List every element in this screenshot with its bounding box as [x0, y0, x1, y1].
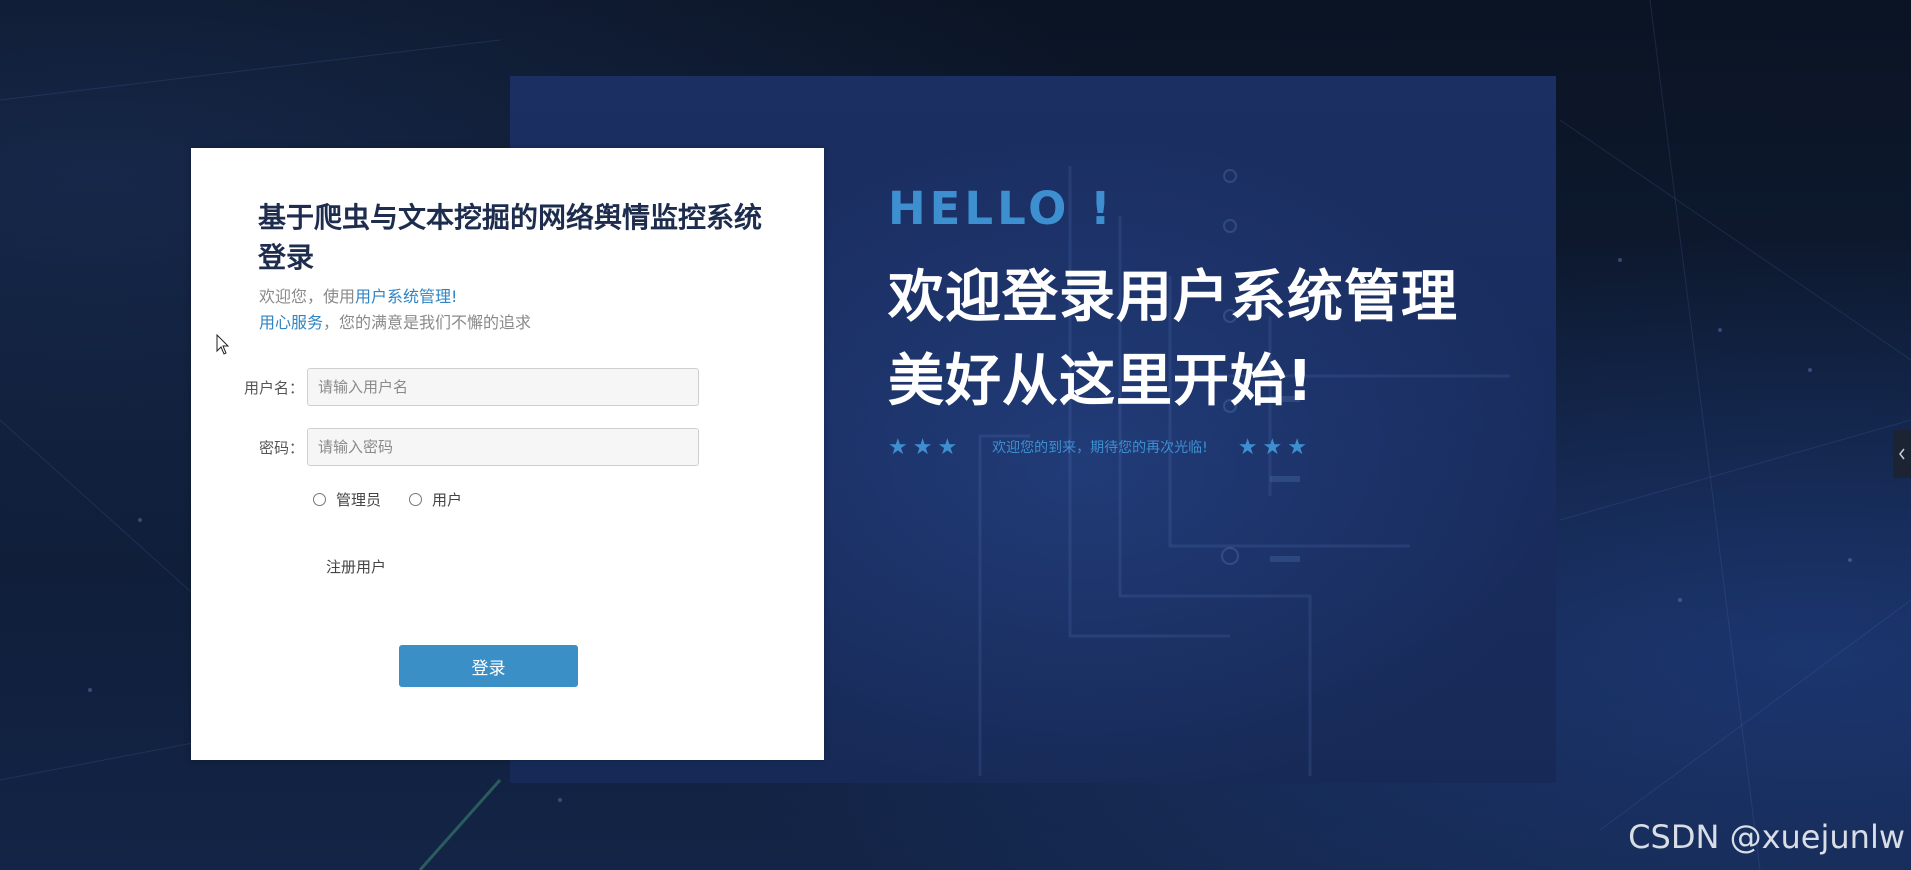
- register-user-link[interactable]: 注册用户: [326, 556, 386, 577]
- password-input[interactable]: [307, 428, 699, 466]
- stars-right-icon: ★★★: [1237, 434, 1312, 460]
- role-radio-group: 管理员 用户: [313, 489, 490, 510]
- radio-circle-icon[interactable]: [409, 493, 423, 506]
- username-label: 用户名：: [243, 378, 304, 397]
- hero-welcome-line: 欢迎登录用户系统管理: [888, 265, 1458, 330]
- welcome-highlight: 用户系统管理!: [355, 287, 458, 306]
- hero-tagline: 欢迎您的到来，期待您的再次光临!: [992, 440, 1208, 456]
- stars-left-icon: ★★★: [888, 434, 963, 460]
- welcome-text: 欢迎您，使用用户系统管理!: [259, 285, 779, 309]
- login-card: 基于爬虫与文本挖掘的网络舆情监控系统登录 欢迎您，使用用户系统管理! 用心服务，…: [191, 148, 824, 760]
- watermark-text: CSDN @xuejunlw: [1628, 818, 1905, 856]
- username-row: 用户名：: [236, 368, 699, 406]
- role-radio-label: 用户: [432, 491, 463, 509]
- chevron-left-icon: [1899, 448, 1905, 460]
- hero-tagline-row: ★★★ 欢迎您的到来，期待您的再次光临! ★★★: [888, 434, 1312, 460]
- role-radio-user[interactable]: 用户: [409, 489, 462, 510]
- service-text: 用心服务，您的满意是我们不懈的追求: [259, 311, 779, 335]
- hero-slogan-line: 美好从这里开始!: [888, 349, 1314, 414]
- login-button[interactable]: 登录: [399, 645, 578, 687]
- side-collapse-tab[interactable]: [1893, 430, 1911, 478]
- radio-circle-icon[interactable]: [313, 493, 326, 506]
- service-highlight: 用心服务: [259, 313, 324, 332]
- hello-heading: HELLO !: [888, 182, 1115, 235]
- username-input[interactable]: [307, 368, 699, 406]
- service-suffix: ，您的满意是我们不懈的追求: [323, 313, 532, 332]
- role-radio-admin[interactable]: 管理员: [313, 489, 381, 510]
- password-row: 密码：: [236, 428, 699, 466]
- login-title: 基于爬虫与文本挖掘的网络舆情监控系统登录: [258, 201, 763, 274]
- password-label: 密码：: [258, 438, 304, 457]
- welcome-prefix: 欢迎您，使用: [259, 287, 356, 306]
- role-radio-label: 管理员: [336, 491, 382, 509]
- arrow-cursor-icon: [216, 334, 230, 355]
